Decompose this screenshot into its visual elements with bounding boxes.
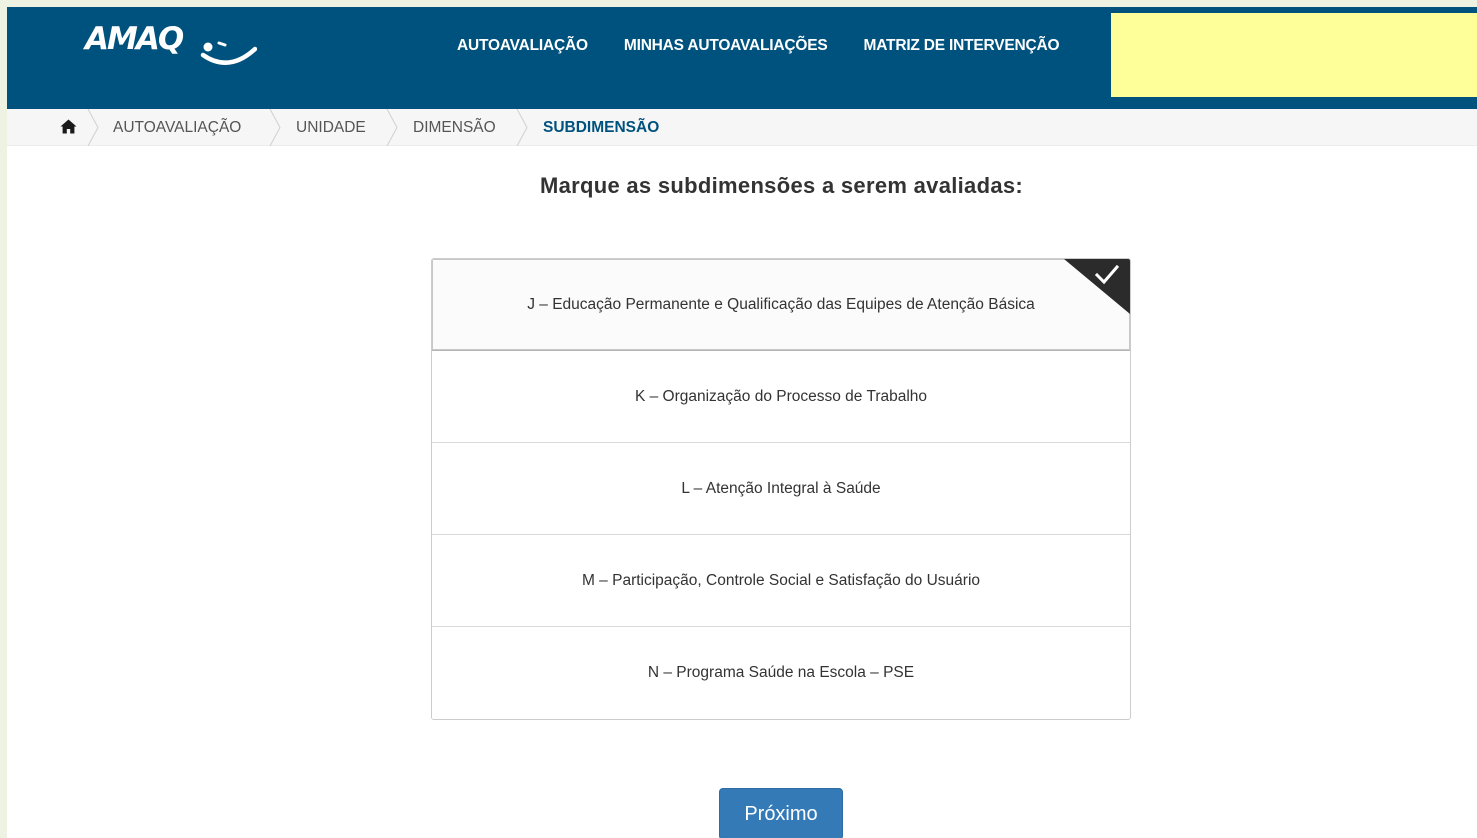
next-button[interactable]: Próximo (719, 788, 843, 838)
chevron-separator-icon (386, 109, 398, 146)
chevron-separator-icon (87, 109, 99, 146)
nav-matriz-de-intervencao[interactable]: MATRIZ DE INTERVENÇÃO (864, 37, 1060, 59)
subdimension-option-j[interactable]: J – Educação Permanente e Qualificação d… (432, 259, 1130, 351)
subdimension-option-l[interactable]: L – Atenção Integral à Saúde (432, 443, 1130, 535)
breadcrumb-unidade[interactable]: UNIDADE (296, 109, 366, 146)
page: AMAQ AUTOAVALIAÇÃO MINHAS AUTOAVALIAÇÕES… (7, 7, 1477, 838)
option-label: N – Programa Saúde na Escola – PSE (647, 664, 915, 681)
nav-minhas-autoavaliacoes[interactable]: MINHAS AUTOAVALIAÇÕES (624, 37, 828, 59)
logo-text: AMAQ (85, 21, 184, 57)
option-label: M – Participação, Controle Social e Sati… (581, 571, 981, 589)
subdimension-list: J – Educação Permanente e Qualificação d… (431, 258, 1131, 720)
chevron-separator-icon (516, 109, 528, 146)
option-label: K – Organização do Processo de Trabalho (634, 387, 928, 405)
breadcrumb: AUTOAVALIAÇÃO UNIDADE DIMENSÃO SUBDIMENS… (7, 109, 1477, 146)
subdimension-option-k[interactable]: K – Organização do Processo de Trabalho (432, 351, 1130, 443)
highlight-overlay (1111, 13, 1477, 97)
amaq-logo[interactable]: AMAQ (85, 21, 265, 71)
breadcrumb-dimensao[interactable]: DIMENSÃO (413, 109, 496, 146)
subdimension-option-m[interactable]: M – Participação, Controle Social e Sati… (432, 535, 1130, 627)
chevron-separator-icon (269, 109, 281, 146)
breadcrumb-autoavaliacao[interactable]: AUTOAVALIAÇÃO (113, 109, 241, 146)
main-nav: AUTOAVALIAÇÃO MINHAS AUTOAVALIAÇÕES MATR… (457, 37, 1060, 59)
logo-smile-icon (200, 41, 257, 65)
subdimension-option-n[interactable]: N – Programa Saúde na Escola – PSE (432, 627, 1130, 719)
nav-autoavaliacao[interactable]: AUTOAVALIAÇÃO (457, 37, 588, 59)
top-navbar: AMAQ AUTOAVALIAÇÃO MINHAS AUTOAVALIAÇÕES… (7, 7, 1477, 109)
page-heading: Marque as subdimensões a serem avaliadas… (539, 173, 1024, 198)
option-label: J – Educação Permanente e Qualificação d… (527, 295, 1035, 313)
breadcrumb-subdimensao: SUBDIMENSÃO (543, 119, 660, 136)
check-icon (1064, 259, 1130, 314)
option-label: L – Atenção Integral à Saúde (681, 479, 881, 497)
home-icon[interactable] (60, 119, 77, 134)
